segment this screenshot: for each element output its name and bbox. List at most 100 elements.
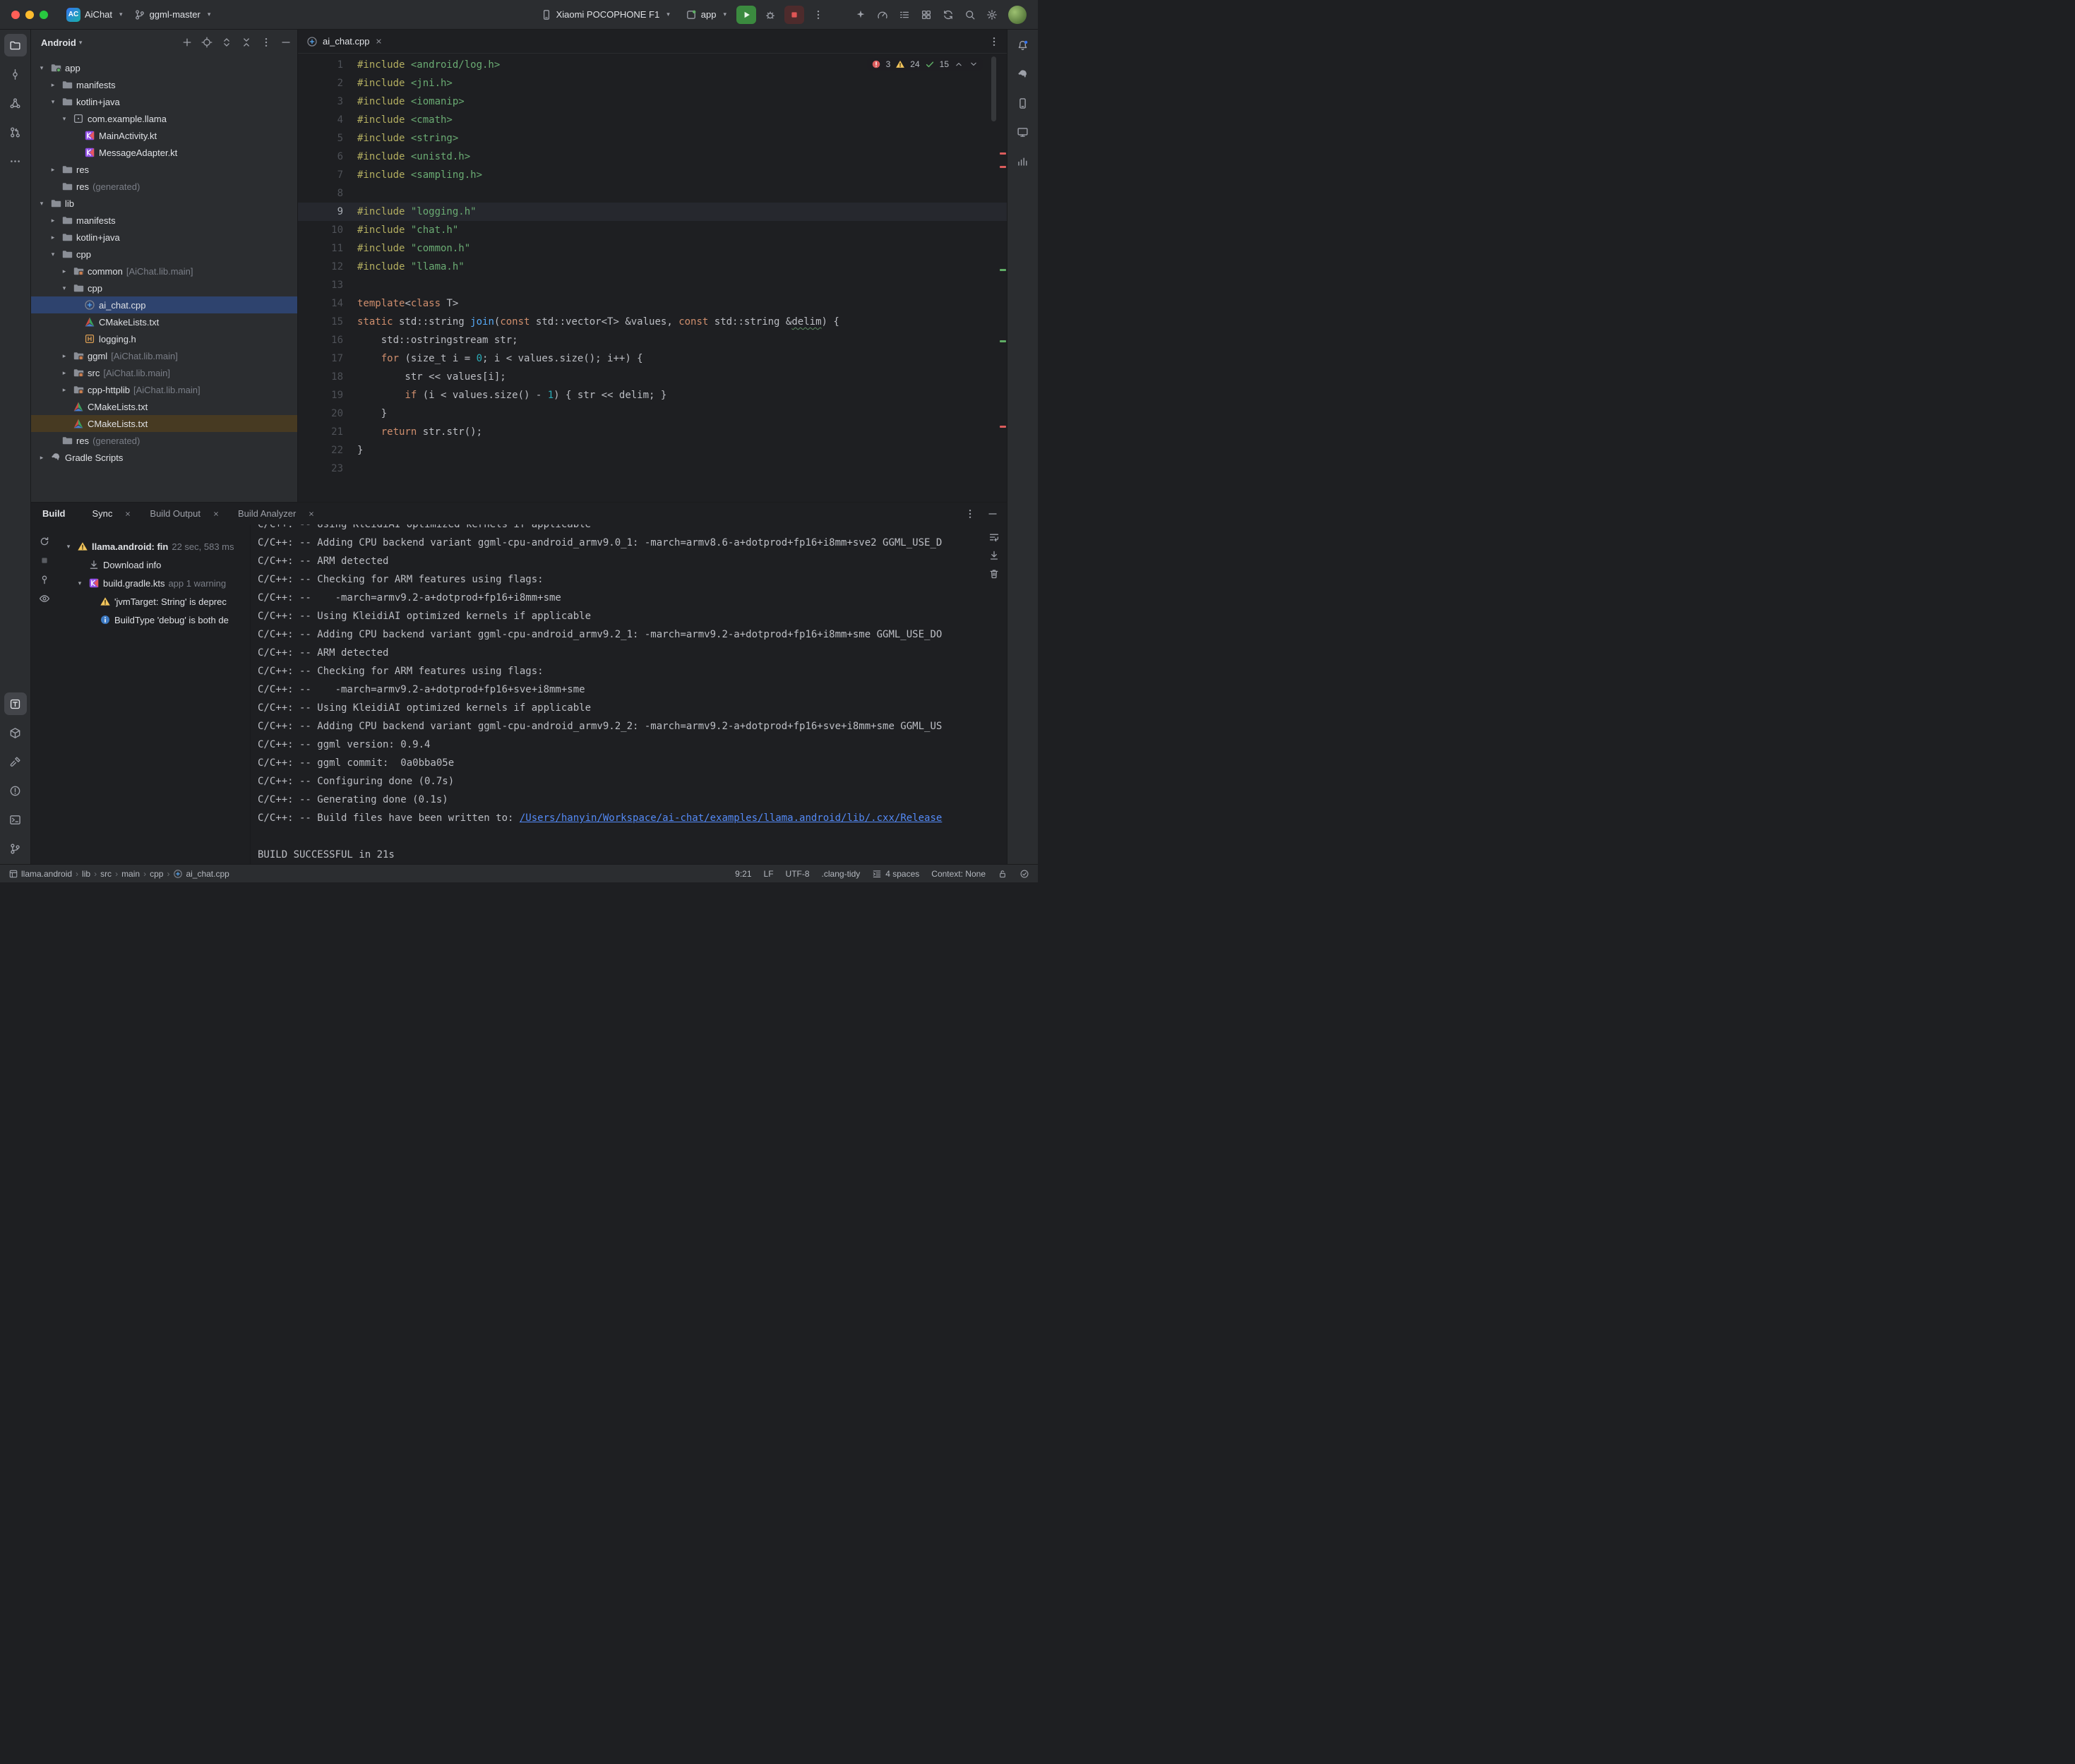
error-stripe-mark[interactable]	[1000, 269, 1006, 271]
vcs-branch-widget[interactable]: ggml-master ▾	[128, 6, 217, 23]
close-icon[interactable]	[213, 510, 220, 517]
tree-item-app[interactable]: ▾app	[31, 59, 297, 76]
chevron-right-icon[interactable]: ▸	[59, 352, 69, 360]
close-icon[interactable]	[124, 510, 131, 517]
chevron-down-icon[interactable]: ▾	[59, 115, 69, 123]
more-vertical-icon[interactable]	[261, 37, 272, 48]
code-line-11[interactable]: 11#include "common.h"	[298, 239, 1007, 258]
chevron-down-icon[interactable]: ▾	[64, 543, 73, 551]
chevron-right-icon[interactable]: ▸	[48, 217, 58, 224]
code-line-18[interactable]: 18 str << values[i];	[298, 368, 1007, 386]
build-output-console[interactable]: C/C++: -- Using KleidiAI optimized kerne…	[250, 524, 1007, 864]
chevron-right-icon[interactable]: ▸	[37, 454, 47, 462]
breadcrumb-item-cpp[interactable]: cpp	[150, 869, 163, 879]
chevron-down-icon[interactable]: ▾	[48, 98, 58, 106]
tree-item-cmakelists-txt[interactable]: CMakeLists.txt	[31, 313, 297, 330]
chevron-down-icon[interactable]: ▾	[37, 64, 47, 72]
lock-icon[interactable]	[998, 869, 1007, 879]
code-line-7[interactable]: 7#include <sampling.h>	[298, 166, 1007, 184]
search-icon[interactable]	[964, 9, 976, 20]
tree-item-lib[interactable]: ▾lib	[31, 195, 297, 212]
editor-tab-ai-chat-cpp[interactable]: ai_chat.cpp	[298, 30, 391, 53]
build-output-path-link[interactable]: /Users/hanyin/Workspace/ai-chat/examples…	[520, 812, 942, 824]
tree-item-logging-h[interactable]: logging.h	[31, 330, 297, 347]
tree-item-llama-android-fin[interactable]: ▾llama.android: fin22 sec, 583 ms	[58, 537, 250, 556]
tree-item-build-gradle-kts[interactable]: ▾build.gradle.ktsapp 1 warning	[58, 574, 250, 592]
error-stripe-mark[interactable]	[1000, 426, 1006, 428]
next-problem-button[interactable]	[969, 59, 979, 69]
clang-tidy-widget[interactable]: .clang-tidy	[822, 869, 861, 879]
code-line-12[interactable]: 12#include "llama.h"	[298, 258, 1007, 276]
editor-scrollbar[interactable]	[991, 56, 996, 121]
build-tool-button[interactable]	[4, 750, 27, 773]
tree-item-res[interactable]: res(generated)	[31, 178, 297, 195]
inspections-widget[interactable]: 3 24 15	[867, 58, 983, 71]
tree-item-cpp-httplib[interactable]: ▸cpp-httplib[AiChat.lib.main]	[31, 381, 297, 398]
structure-tool-button[interactable]	[4, 92, 27, 114]
previous-problem-button[interactable]	[954, 59, 964, 69]
code-editor[interactable]: 1#include <android/log.h>2#include <jni.…	[298, 54, 1007, 502]
code-line-3[interactable]: 3#include <iomanip>	[298, 92, 1007, 111]
todo-list-icon[interactable]	[899, 9, 910, 20]
code-line-8[interactable]: 8	[298, 184, 1007, 203]
scroll-end-icon[interactable]	[988, 550, 1000, 561]
todo-tool-button[interactable]	[4, 692, 27, 715]
problems-tool-button[interactable]	[4, 779, 27, 802]
soft-wrap-icon[interactable]	[988, 532, 1000, 543]
error-stripe-mark[interactable]	[1000, 166, 1006, 168]
breadcrumb-item-ai-chat-cpp[interactable]: ai_chat.cpp	[173, 869, 229, 879]
hide-icon[interactable]	[280, 37, 292, 48]
gradle-tool-button[interactable]	[1012, 63, 1034, 85]
locate-icon[interactable]	[201, 37, 213, 48]
breadcrumb-item-src[interactable]: src	[100, 869, 112, 879]
code-line-4[interactable]: 4#include <cmath>	[298, 111, 1007, 129]
minimize-icon[interactable]	[987, 508, 998, 520]
tree-item-download-info[interactable]: Download info	[58, 556, 250, 574]
inspections-status-icon[interactable]	[1019, 869, 1029, 879]
code-line-10[interactable]: 10#include "chat.h"	[298, 221, 1007, 239]
pin-icon[interactable]	[39, 574, 50, 585]
tree-item-ggml[interactable]: ▸ggml[AiChat.lib.main]	[31, 347, 297, 364]
chevron-down-icon[interactable]: ▾	[37, 200, 47, 208]
tree-item-cpp[interactable]: ▾cpp	[31, 280, 297, 296]
tab-sync[interactable]: Sync	[85, 503, 139, 524]
dependencies-tool-button[interactable]	[4, 721, 27, 744]
error-stripe-mark[interactable]	[1000, 152, 1006, 155]
tree-item-manifests[interactable]: ▸manifests	[31, 76, 297, 93]
app-insights-tool-button[interactable]	[1012, 150, 1034, 172]
tree-item-manifests[interactable]: ▸manifests	[31, 212, 297, 229]
stop-button[interactable]	[784, 6, 804, 24]
close-window-button[interactable]	[11, 11, 20, 19]
tree-item-kotlin-java[interactable]: ▾kotlin+java	[31, 93, 297, 110]
chevron-right-icon[interactable]: ▸	[48, 166, 58, 174]
run-config-selector[interactable]: app ▾	[680, 6, 732, 23]
code-line-21[interactable]: 21 return str.str();	[298, 423, 1007, 441]
chevron-down-icon[interactable]: ▾	[59, 284, 69, 292]
rerun-icon[interactable]	[39, 536, 50, 547]
debug-button[interactable]	[760, 6, 780, 24]
settings-icon[interactable]	[986, 9, 998, 20]
more-vertical-icon[interactable]	[964, 508, 976, 520]
plus-icon[interactable]	[181, 37, 193, 48]
terminal-tool-button[interactable]	[4, 808, 27, 831]
pull-request-tool-button[interactable]	[4, 121, 27, 143]
tree-item-ai-chat-cpp[interactable]: ai_chat.cpp	[31, 296, 297, 313]
code-line-22[interactable]: 22}	[298, 441, 1007, 460]
chevron-right-icon[interactable]: ▸	[48, 81, 58, 89]
code-line-9[interactable]: 9#include "logging.h"	[298, 203, 1007, 221]
tree-item-buildtype-debug-is-both-de[interactable]: BuildType 'debug' is both de	[58, 611, 250, 629]
indent-config[interactable]: 4 spaces	[872, 869, 919, 879]
device-selector[interactable]: Xiaomi POCOPHONE F1 ▾	[535, 6, 676, 23]
error-stripe-mark[interactable]	[1000, 340, 1006, 342]
eye-icon[interactable]	[39, 593, 50, 604]
expand-all-icon[interactable]	[221, 37, 232, 48]
chevron-right-icon[interactable]: ▸	[59, 386, 69, 394]
code-line-13[interactable]: 13	[298, 276, 1007, 294]
breadcrumb-item-llama-android[interactable]: llama.android	[8, 869, 72, 879]
ai-assistant-icon[interactable]	[855, 9, 866, 20]
tree-item-mainactivity-kt[interactable]: MainActivity.kt	[31, 127, 297, 144]
line-separator[interactable]: LF	[764, 869, 774, 879]
tree-item-cpp[interactable]: ▾cpp	[31, 246, 297, 263]
chevron-down-icon[interactable]: ▾	[75, 580, 85, 587]
tree-item-com-example-llama[interactable]: ▾com.example.llama	[31, 110, 297, 127]
